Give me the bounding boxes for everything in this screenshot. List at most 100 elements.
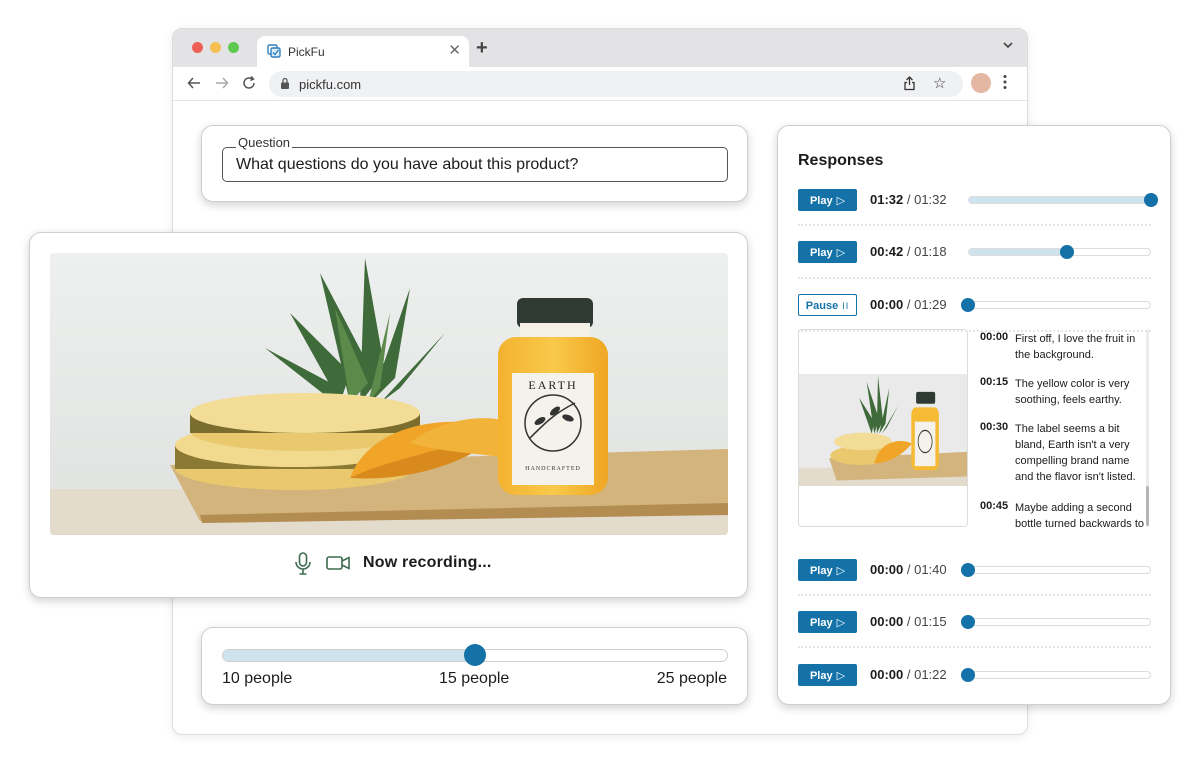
play-button[interactable]: Play ▷ — [798, 241, 857, 263]
address-bar[interactable]: pickfu.com ☆ — [269, 71, 963, 97]
pause-icon: II — [842, 301, 850, 311]
window-close-button[interactable] — [192, 42, 203, 53]
arrow-left-icon[interactable] — [187, 76, 201, 90]
recording-status-text: Now recording... — [363, 554, 492, 571]
bottle-line-text: HANDCRAFTED — [525, 466, 581, 472]
url-text: pickfu.com — [299, 77, 362, 92]
button-label: Pause — [805, 300, 839, 312]
microphone-icon[interactable] — [294, 552, 312, 576]
button-label: Play — [809, 247, 833, 259]
audience-min-label: 10 people — [222, 670, 293, 687]
response-progress-track[interactable] — [968, 566, 1151, 574]
transcript-timestamp[interactable]: 00:15 — [980, 376, 1008, 388]
response-progress-track[interactable] — [968, 671, 1151, 679]
audience-mid-label: 15 people — [439, 670, 510, 687]
response-video-thumbnail[interactable] — [798, 329, 968, 527]
response-progress-thumb[interactable] — [961, 298, 975, 312]
bottle-brand-text: EARTH — [528, 378, 577, 392]
pause-button[interactable]: Pause II — [798, 294, 857, 316]
response-progress-thumb[interactable] — [961, 615, 975, 629]
transcript-scrollbar-thumb[interactable] — [1146, 486, 1149, 526]
response-progress-thumb[interactable] — [961, 563, 975, 577]
response-progress-thumb[interactable] — [961, 668, 975, 682]
response-total-time: 01:15 — [914, 614, 947, 629]
response-row: Pause II 00:00 / 01:29 — [778, 294, 1170, 316]
response-row: Play ▷ 01:32 / 01:32 — [778, 189, 1170, 211]
reload-icon[interactable] — [242, 76, 256, 90]
play-button[interactable]: Play ▷ — [798, 559, 857, 581]
audience-size-card: 10 people 15 people 25 people — [201, 627, 748, 705]
response-total-time: 01:40 — [914, 562, 947, 577]
time-separator: / — [903, 244, 915, 259]
transcript-text: First off, I love the fruit in the backg… — [1015, 333, 1136, 361]
time-separator: / — [903, 562, 915, 577]
row-divider — [798, 224, 1151, 226]
play-icon: ▷ — [836, 195, 846, 207]
share-icon[interactable] — [903, 76, 916, 91]
time-separator: / — [903, 192, 915, 207]
window-minimize-button[interactable] — [210, 42, 221, 53]
time-separator: / — [903, 614, 915, 629]
transcript-timestamp[interactable]: 00:30 — [980, 421, 1008, 433]
response-total-time: 01:29 — [914, 297, 947, 312]
response-current-time: 01:32 — [870, 192, 904, 207]
kebab-menu-icon[interactable] — [1003, 74, 1007, 90]
chevron-down-icon[interactable] — [1003, 41, 1013, 49]
question-label: Question — [236, 135, 293, 150]
response-progress-track[interactable] — [968, 196, 1151, 204]
response-time: 01:32 / 01:32 — [870, 192, 947, 207]
question-input[interactable]: What questions do you have about this pr… — [222, 147, 728, 182]
button-label: Play — [809, 670, 833, 682]
pickfu-favicon-icon — [267, 44, 281, 58]
response-time: 00:00 / 01:15 — [870, 614, 947, 629]
response-progress-fill — [969, 249, 1067, 255]
response-current-time: 00:00 — [870, 614, 904, 629]
response-current-time: 00:00 — [870, 297, 904, 312]
response-progress-thumb[interactable] — [1059, 245, 1074, 259]
transcript-text: Maybe adding a second bottle turned back… — [1015, 502, 1145, 527]
row-divider — [798, 277, 1151, 279]
responses-panel: Responses 00:00 First off, I love the fr… — [777, 125, 1171, 705]
response-progress-track[interactable] — [968, 618, 1151, 626]
transcript-timestamp[interactable]: 00:45 — [980, 500, 1008, 512]
response-progress-track[interactable] — [968, 301, 1151, 309]
response-progress-thumb[interactable] — [1144, 193, 1158, 207]
time-separator: / — [903, 297, 915, 312]
tab-bar: PickFu ✕ + — [173, 29, 1027, 67]
star-icon[interactable]: ☆ — [933, 74, 946, 92]
question-card: What questions do you have about this pr… — [201, 125, 748, 202]
play-icon: ▷ — [836, 670, 846, 682]
audience-slider-thumb[interactable] — [464, 644, 486, 666]
product-photo: EARTH HANDCRAFTED — [50, 253, 728, 535]
play-icon: ▷ — [836, 565, 846, 577]
response-row: Play ▷ 00:00 / 01:15 — [778, 611, 1170, 633]
new-tab-button[interactable]: + — [476, 37, 488, 60]
arrow-right-icon[interactable] — [215, 76, 229, 90]
response-progress-fill — [969, 197, 1150, 203]
button-label: Play — [809, 617, 833, 629]
response-transcript[interactable]: 00:00 First off, I love the fruit in the … — [980, 329, 1150, 527]
recording-status-bar: Now recording... — [30, 552, 747, 576]
row-divider — [798, 594, 1151, 596]
lock-icon — [281, 77, 289, 89]
response-total-time: 01:18 — [914, 244, 947, 259]
responses-title: Responses — [798, 152, 884, 169]
tab-close-icon[interactable]: ✕ — [448, 41, 461, 59]
play-button[interactable]: Play ▷ — [798, 611, 857, 633]
play-icon: ▷ — [836, 247, 846, 259]
avatar[interactable] — [971, 73, 991, 93]
play-button[interactable]: Play ▷ — [798, 189, 857, 211]
play-button[interactable]: Play ▷ — [798, 664, 857, 686]
transcript-timestamp[interactable]: 00:00 — [980, 331, 1008, 343]
button-label: Play — [809, 565, 833, 577]
transcript-text: The label seems a bit bland, Earth isn't… — [1015, 423, 1136, 483]
response-time: 00:00 / 01:40 — [870, 562, 947, 577]
button-label: Play — [809, 195, 833, 207]
browser-tab[interactable]: PickFu ✕ — [257, 36, 469, 67]
video-recording-card: EARTH HANDCRAFTED Now recording... — [29, 232, 748, 598]
response-total-time: 01:32 — [914, 192, 947, 207]
response-row: Play ▷ 00:42 / 01:18 — [778, 241, 1170, 263]
video-camera-icon[interactable] — [326, 555, 350, 571]
response-total-time: 01:22 — [914, 667, 947, 682]
window-maximize-button[interactable] — [228, 42, 239, 53]
